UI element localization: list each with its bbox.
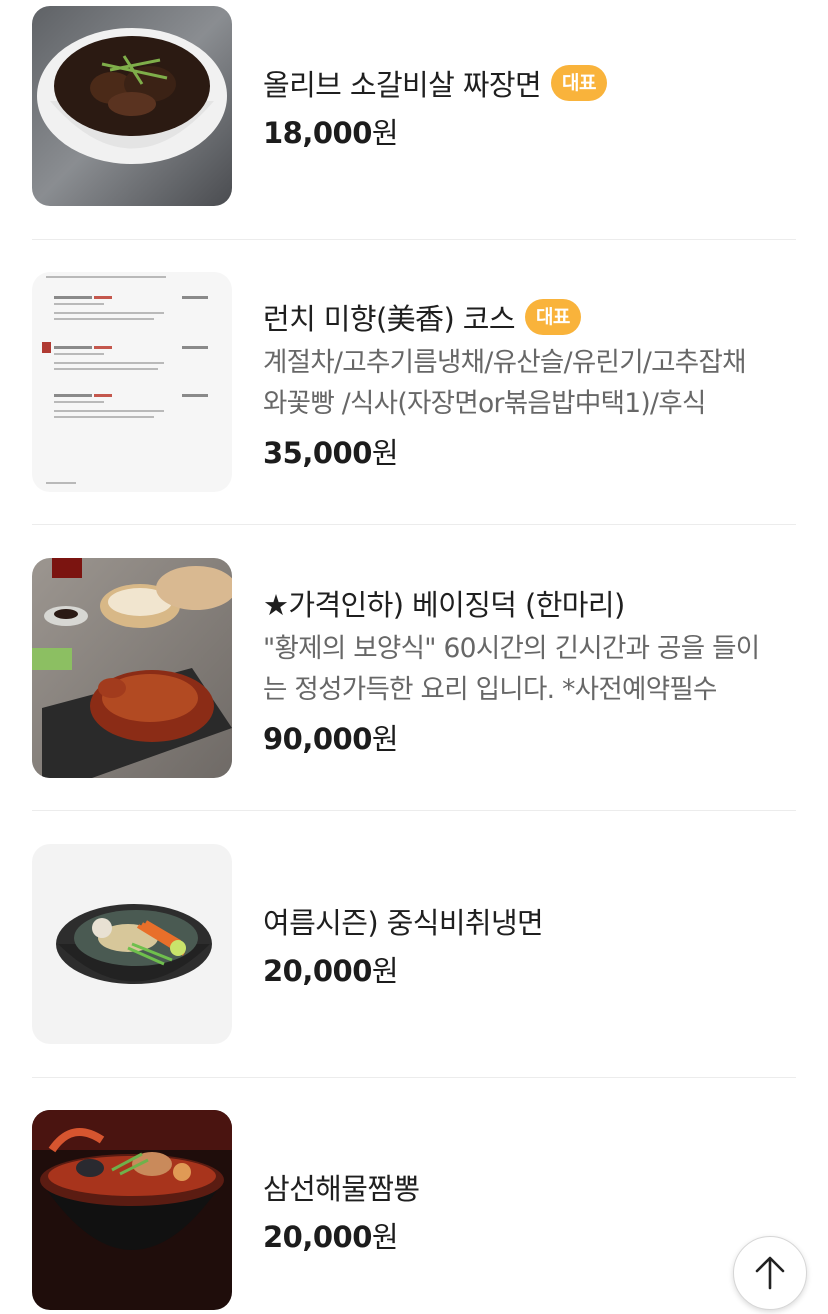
representative-badge: 대표 (551, 65, 608, 101)
divider (32, 810, 796, 811)
arrow-up-icon (755, 1256, 785, 1290)
menu-item-description: "황제의 보양식" 60시간의 긴시간과 공을 들이 는 정성가득한 요리 입니… (263, 633, 760, 705)
menu-item[interactable]: 여름시즌) 중식비취냉면 20,000원 (32, 844, 796, 1044)
divider (32, 239, 796, 240)
divider (32, 1077, 796, 1078)
representative-badge: 대표 (524, 299, 581, 335)
divider (32, 524, 796, 525)
jjajangmyeon-photo (32, 6, 232, 206)
menu-item-name: 런치 미향(美香) 코스 (263, 302, 516, 336)
menu-list: 올리브 소갈비살 짜장면 대표 18,000원 런치 미향(美香) 코스 대표 … (0, 0, 828, 1314)
menu-item-price: 20,000원 (263, 1220, 399, 1254)
menu-item-name: 올리브 소갈비살 짜장면 (263, 68, 542, 102)
menu-item[interactable]: ★가격인하) 베이징덕 (한마리) "황제의 보양식" 60시간의 긴시간과 공… (32, 558, 796, 778)
menu-item-name: 삼선해물짬뽕 (263, 1172, 420, 1206)
menu-item-name: ★가격인하) 베이징덕 (한마리) (263, 588, 625, 622)
seafood-jjamppong-photo (32, 1110, 232, 1310)
menu-item-description: 계절차/고추기름냉채/유산슬/유린기/고추잡채 와꽃빵 /식사(자장면or볶음밥… (263, 347, 747, 419)
menu-item[interactable]: 올리브 소갈비살 짜장면 대표 18,000원 (32, 6, 796, 206)
menu-item-price: 35,000원 (263, 436, 399, 470)
peking-duck-photo (32, 558, 232, 778)
cold-noodle-photo (32, 844, 232, 1044)
menu-item[interactable]: 삼선해물짬뽕 20,000원 (32, 1110, 796, 1310)
menu-item-price: 90,000원 (263, 722, 399, 756)
menu-item-price: 18,000원 (263, 116, 399, 150)
menu-item[interactable]: 런치 미향(美香) 코스 대표 계절차/고추기름냉채/유산슬/유린기/고추잡채 … (32, 272, 796, 492)
course-menu-document-photo (32, 272, 232, 492)
menu-item-name: 여름시즌) 중식비취냉면 (263, 906, 544, 940)
scroll-to-top-button[interactable] (733, 1236, 807, 1310)
menu-item-price: 20,000원 (263, 954, 399, 988)
